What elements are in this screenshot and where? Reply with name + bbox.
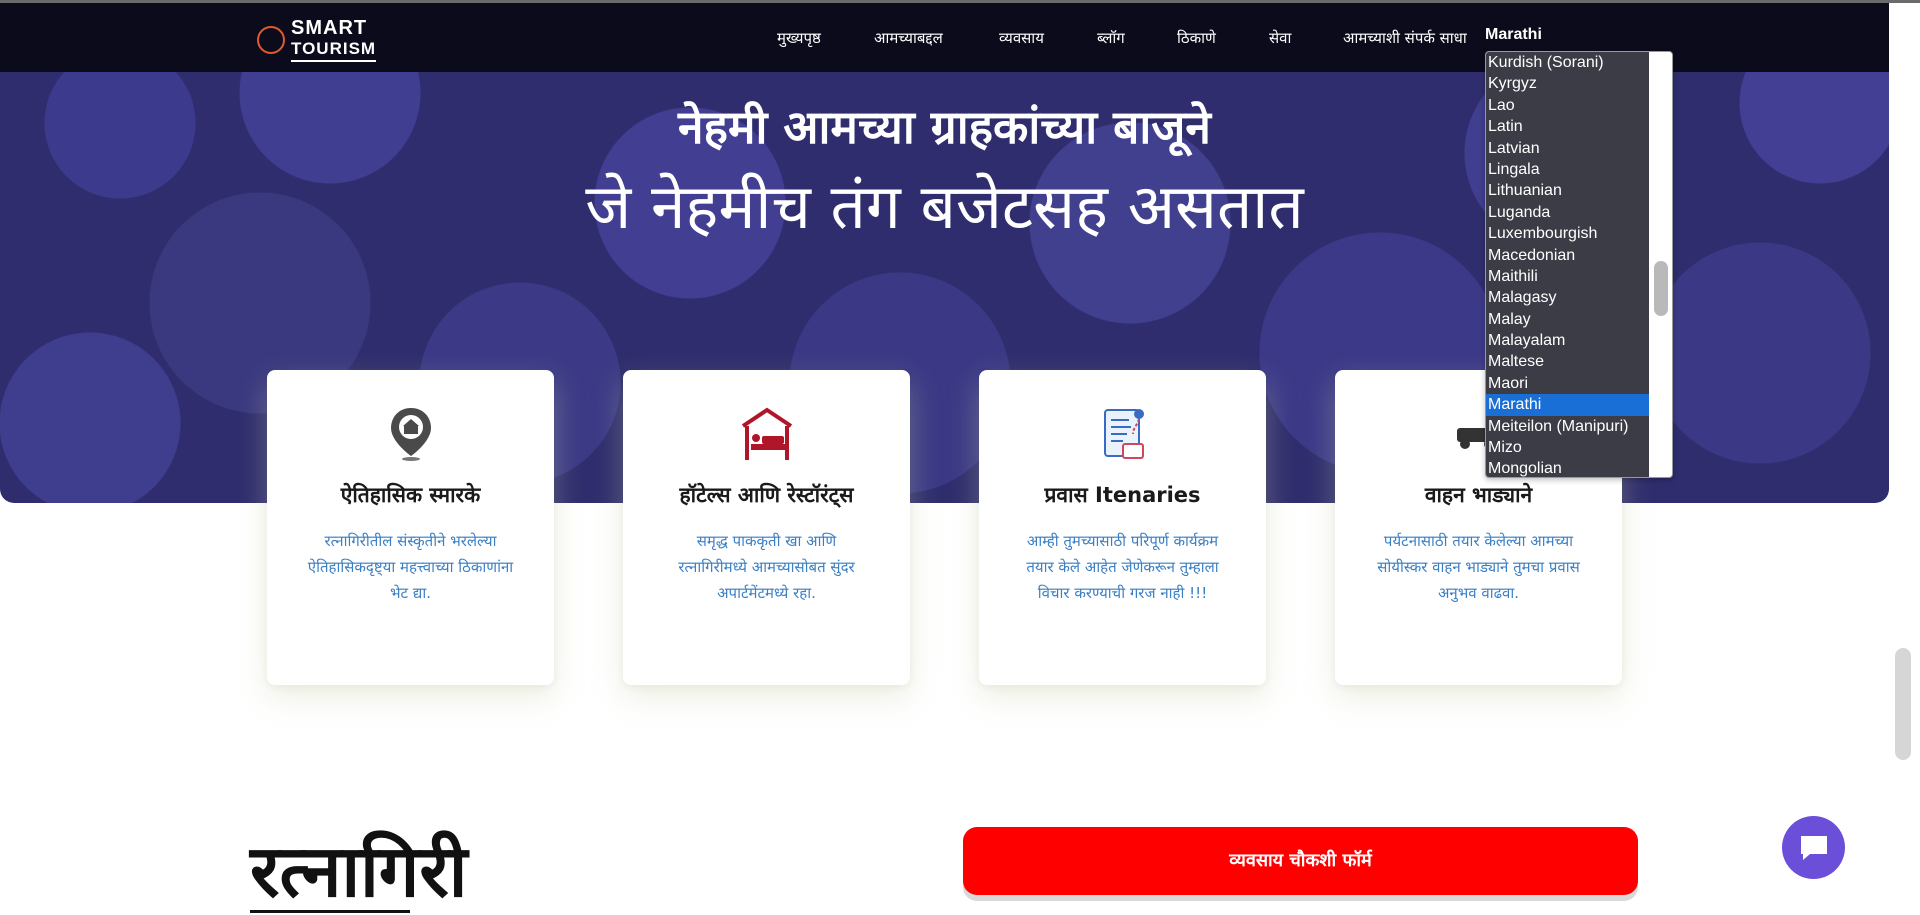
language-option[interactable]: Luganda — [1486, 202, 1649, 223]
language-option[interactable]: Lithuanian — [1486, 180, 1649, 201]
language-option[interactable]: Meiteilon (Manipuri) — [1486, 416, 1649, 437]
card-monuments[interactable]: ऐतिहासिक स्मारके रत्नागिरीतील संस्कृतीने… — [267, 370, 554, 685]
card-itineraries[interactable]: प्रवास Itenaries आम्ही तुमच्यासाठी परिपू… — [979, 370, 1266, 685]
language-option[interactable]: Latin — [1486, 116, 1649, 137]
language-dropdown-list[interactable]: Kurdish (Sorani) Kyrgyz Lao Latin Latvian Lin… — [1485, 51, 1673, 478]
card-title: ऐतिहासिक स्मारके — [340, 483, 481, 507]
logo-icon — [257, 26, 285, 54]
card-title: हॉटेल्स आणि रेस्टॉरंट्स — [679, 483, 854, 507]
logo-text-2: TOURISM — [291, 39, 377, 62]
nav-contact[interactable]: आमच्याशी संपर्क साधा — [1343, 28, 1467, 48]
itinerary-document-icon — [979, 404, 1266, 464]
chat-bubble-icon — [1801, 836, 1827, 860]
card-description: रत्नागिरीतील संस्कृतीने भरलेल्या ऐतिहासि… — [307, 532, 514, 602]
nav-about[interactable]: आमच्याबद्दल — [874, 28, 943, 48]
language-option[interactable]: Malay — [1486, 309, 1649, 330]
chat-button[interactable] — [1782, 816, 1845, 879]
heading-underline — [250, 910, 410, 913]
nav-home[interactable]: मुख्यपृष्ठ — [777, 28, 821, 48]
language-option[interactable]: Malayalam — [1486, 330, 1649, 351]
card-title: प्रवास Itenaries — [1044, 483, 1201, 507]
language-options: Kurdish (Sorani) Kyrgyz Lao Latin Latvian Lin… — [1486, 52, 1649, 477]
language-select[interactable]: Marathi — [1485, 26, 1542, 44]
monument-pin-icon — [267, 404, 554, 464]
logo-text-1: SMART — [291, 17, 368, 39]
language-option[interactable]: Luxembourgish — [1486, 223, 1649, 244]
language-option[interactable]: Macedonian — [1486, 245, 1649, 266]
language-option[interactable]: Kyrgyz — [1486, 73, 1649, 94]
language-option[interactable]: Maithili — [1486, 266, 1649, 287]
language-option[interactable]: Marathi — [1486, 394, 1649, 416]
card-description: आम्ही तुमच्यासाठी परिपूर्ण कार्यक्रम तया… — [1026, 532, 1219, 602]
card-description: पर्यटनासाठी तयार केलेल्या आमच्या सोयीस्क… — [1377, 532, 1580, 602]
business-enquiry-button[interactable]: व्यवसाय चौकशी फॉर्म — [963, 827, 1638, 895]
nav-business[interactable]: व्यवसाय — [999, 28, 1044, 48]
hotel-bed-icon — [623, 404, 910, 464]
page-scrollbar-thumb[interactable] — [1895, 648, 1911, 760]
language-option[interactable]: Mizo — [1486, 437, 1649, 458]
language-option[interactable]: Mongolian — [1486, 458, 1649, 477]
language-option[interactable]: Maori — [1486, 373, 1649, 394]
language-option[interactable]: Kurdish (Sorani) — [1486, 52, 1649, 73]
card-hotels[interactable]: हॉटेल्स आणि रेस्टॉरंट्स समृद्ध पाककृती ख… — [623, 370, 910, 685]
card-title: वाहन भाड्याने — [1424, 483, 1533, 507]
language-option[interactable]: Lao — [1486, 95, 1649, 116]
dropdown-scrollbar-thumb[interactable] — [1654, 261, 1668, 316]
card-description: समृद्ध पाककृती खा आणि रत्नागिरीमध्ये आमच… — [678, 532, 855, 602]
language-option[interactable]: Maltese — [1486, 351, 1649, 372]
logo[interactable]: SMART TOURISM — [257, 17, 377, 63]
nav-services[interactable]: सेवा — [1269, 28, 1291, 48]
language-option[interactable]: Latvian — [1486, 138, 1649, 159]
nav-blog[interactable]: ब्लॉग — [1097, 28, 1125, 48]
language-option[interactable]: Malagasy — [1486, 287, 1649, 308]
nav-places[interactable]: ठिकाणे — [1177, 28, 1216, 48]
language-option[interactable]: Lingala — [1486, 159, 1649, 180]
section-heading: रत्नागिरी — [250, 829, 468, 913]
